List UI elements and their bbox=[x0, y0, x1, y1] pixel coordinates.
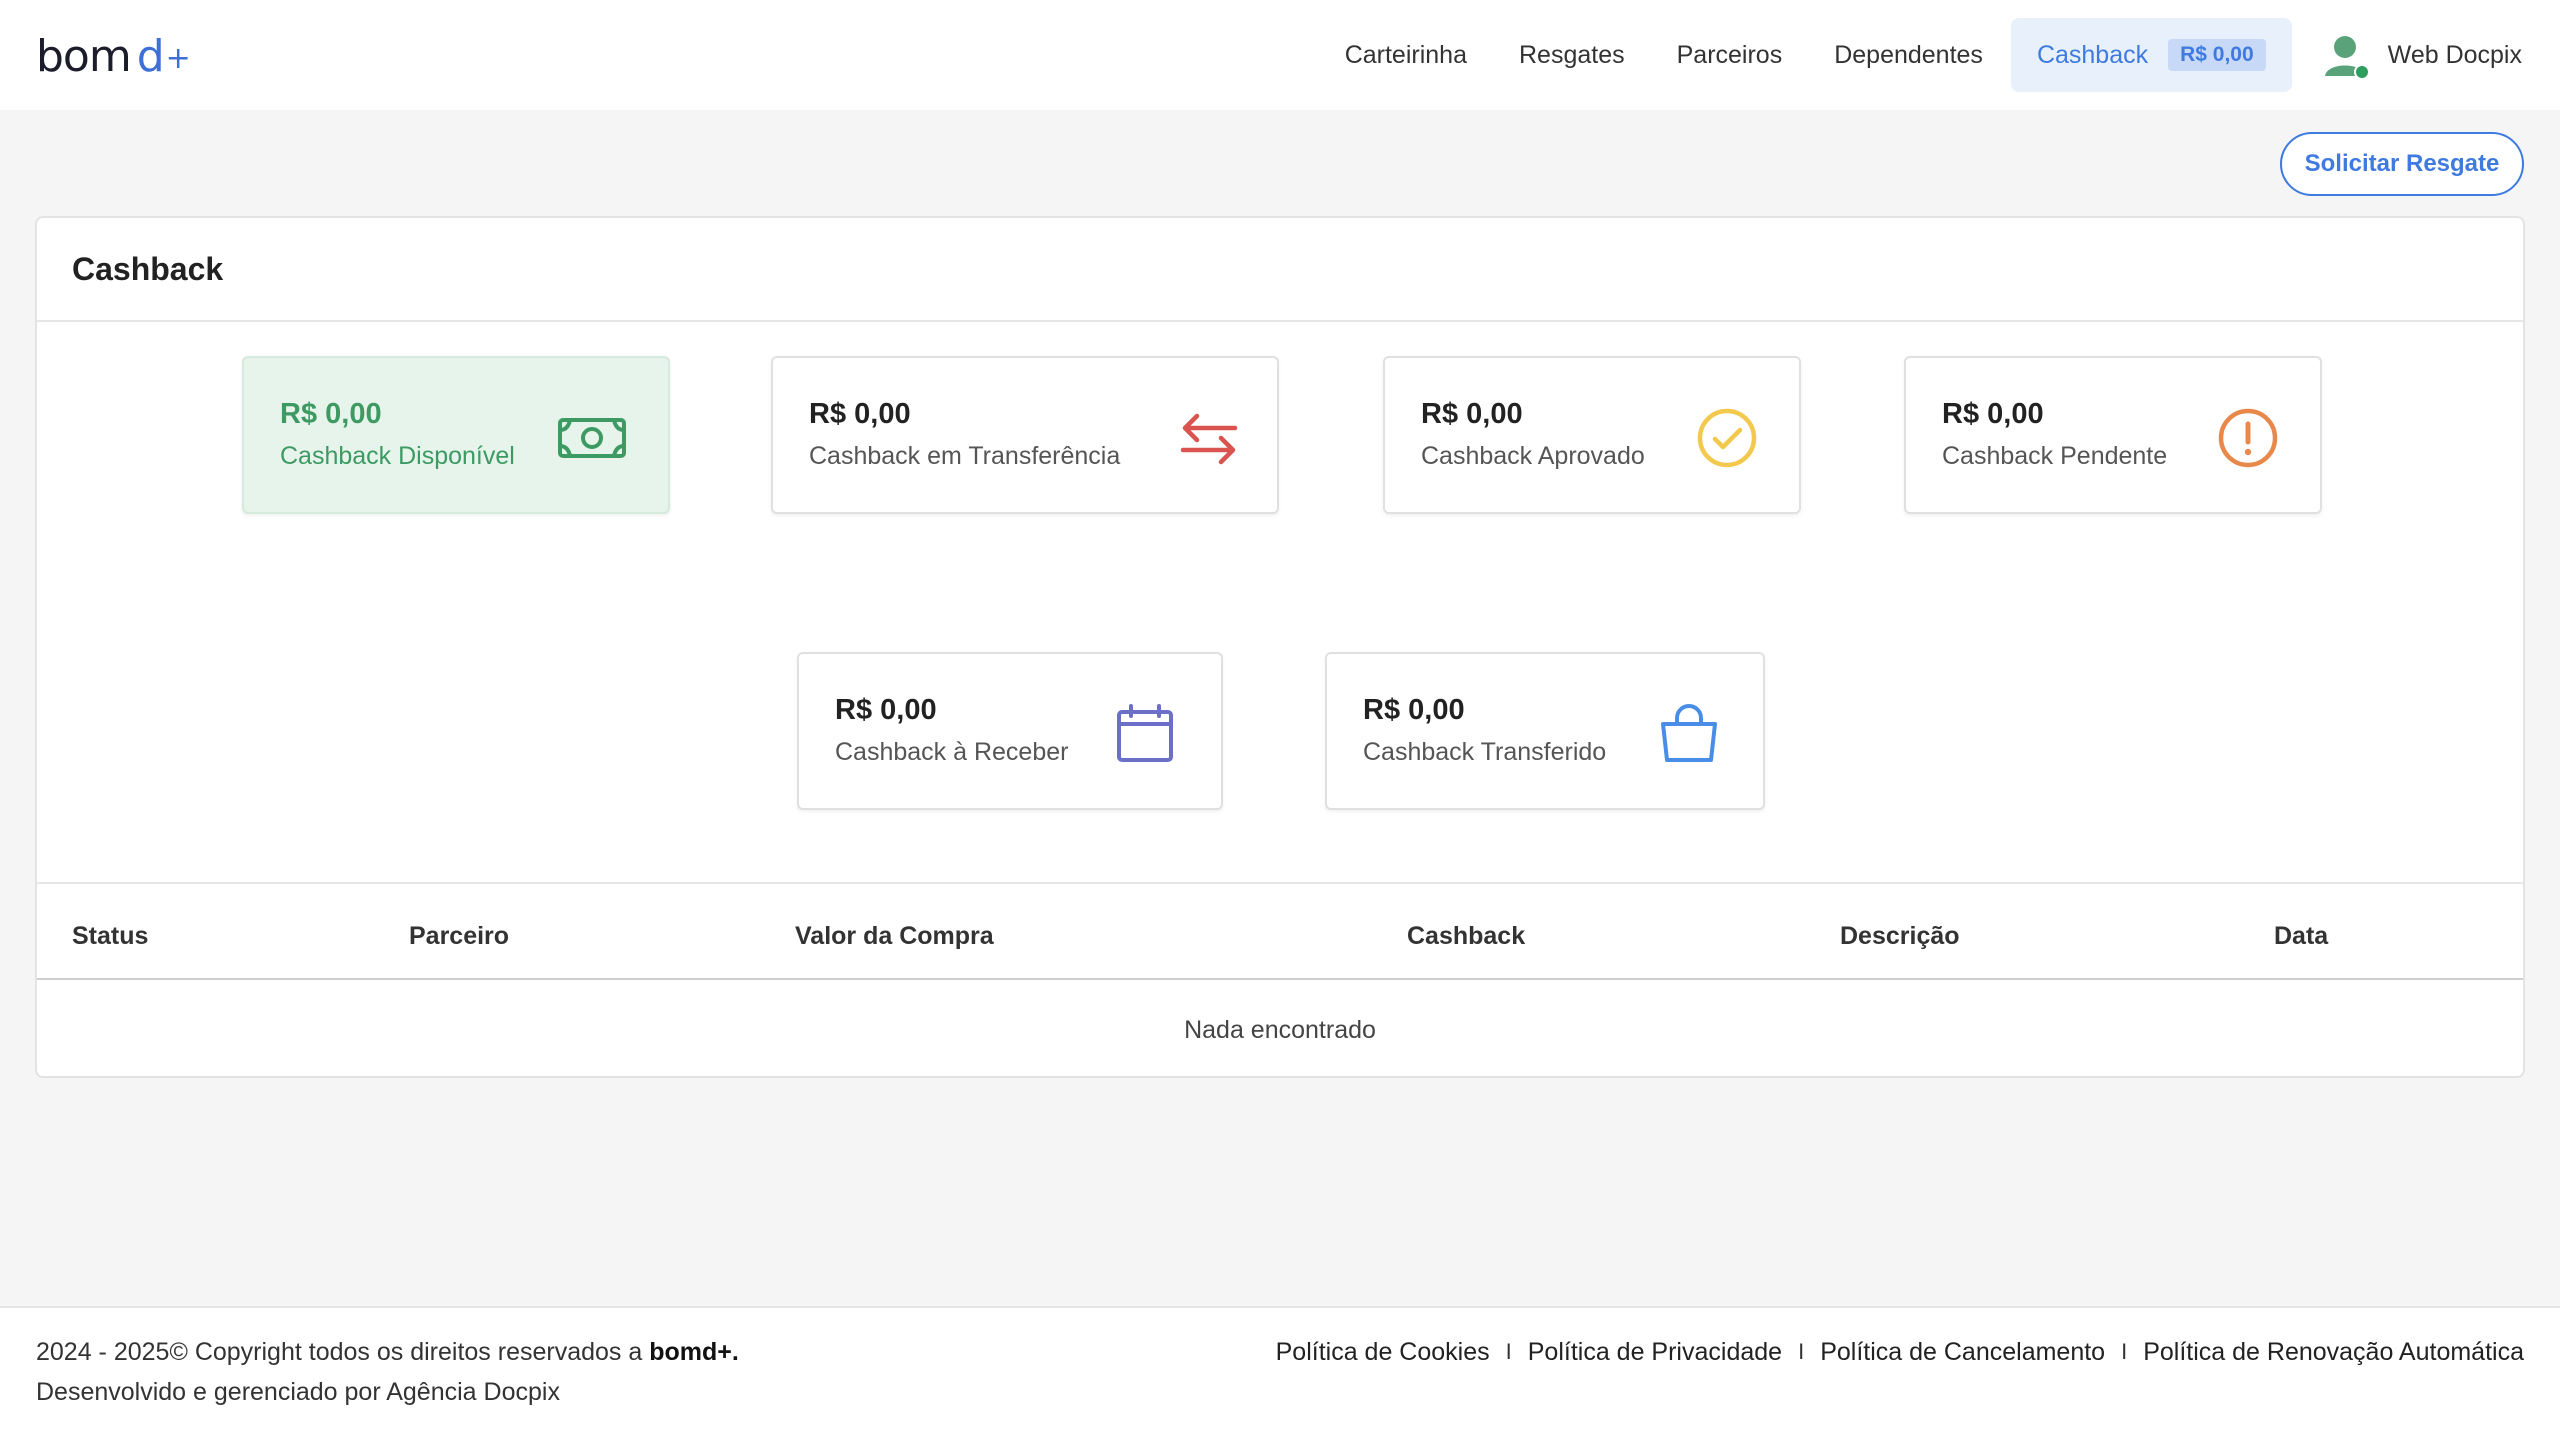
stat-amount: R$ 0,00 bbox=[1942, 398, 2044, 430]
stat-amount: R$ 0,00 bbox=[280, 398, 382, 430]
copyright-brand: bomd+. bbox=[649, 1338, 739, 1366]
user-menu[interactable]: Web Docpix bbox=[2318, 18, 2522, 92]
footer-copyright: 2024 - 2025© Copyright todos os direitos… bbox=[36, 1332, 739, 1412]
stat-label: Cashback em Transferência bbox=[809, 442, 1121, 470]
link-politica-privacidade[interactable]: Política de Privacidade bbox=[1528, 1332, 1782, 1372]
online-status-dot bbox=[2353, 64, 2370, 80]
stat-cashback-aprovado: R$ 0,00 Cashback Aprovado bbox=[1383, 356, 1801, 514]
stat-cashback-a-receber: R$ 0,00 Cashback à Receber bbox=[797, 652, 1223, 810]
stat-cashback-transferido: R$ 0,00 Cashback Transferido bbox=[1325, 652, 1765, 810]
cashback-balance-badge: R$ 0,00 bbox=[2168, 39, 2266, 71]
copyright-line: 2024 - 2025© Copyright todos os direitos… bbox=[36, 1332, 739, 1372]
column-header-parceiro[interactable]: Parceiro bbox=[409, 922, 509, 951]
empty-table-message: Nada encontrado bbox=[1184, 1015, 1376, 1044]
card-header: Cashback bbox=[37, 218, 2523, 322]
link-politica-cancelamento[interactable]: Política de Cancelamento bbox=[1820, 1332, 2105, 1372]
stat-label: Cashback Aprovado bbox=[1421, 442, 1645, 470]
column-header-data[interactable]: Data bbox=[2274, 922, 2328, 951]
footer-links: Política de Cookies I Política de Privac… bbox=[1276, 1332, 2524, 1372]
stat-label: Cashback Pendente bbox=[1942, 442, 2168, 470]
column-header-valor-da-compra[interactable]: Valor da Compra bbox=[795, 922, 994, 951]
money-icon bbox=[556, 402, 628, 474]
table-header: Status Parceiro Valor da Compra Cashback… bbox=[37, 882, 2523, 980]
main-nav: Carteirinha Resgates Parceiros Dependent… bbox=[1319, 18, 2522, 92]
logo-plus-text: + bbox=[165, 40, 191, 76]
nav-item-cashback[interactable]: Cashback R$ 0,00 bbox=[2010, 18, 2292, 92]
stat-amount: R$ 0,00 bbox=[1363, 694, 1465, 726]
stat-cashback-pendente: R$ 0,00 Cashback Pendente bbox=[1904, 356, 2322, 514]
cashback-card: Cashback R$ 0,00 Cashback Disponível R$ … bbox=[35, 216, 2525, 1078]
transfer-arrows-icon bbox=[1173, 402, 1245, 474]
column-header-cashback[interactable]: Cashback bbox=[1407, 922, 1525, 951]
exclamation-circle-icon bbox=[2212, 402, 2284, 474]
top-navbar: bom d + Carteirinha Resgates Parceiros D… bbox=[0, 0, 2560, 110]
brand-logo[interactable]: bom d + bbox=[36, 28, 191, 84]
page-title: Cashback bbox=[72, 250, 224, 287]
shopping-bag-icon bbox=[1653, 698, 1725, 770]
link-politica-cookies[interactable]: Política de Cookies bbox=[1276, 1332, 1490, 1372]
nav-item-carteirinha[interactable]: Carteirinha bbox=[1319, 18, 1493, 92]
link-separator: I bbox=[2121, 1339, 2128, 1364]
developed-by-text: Desenvolvido e gerenciado por Agência Do… bbox=[36, 1378, 560, 1406]
column-header-descricao[interactable]: Descrição bbox=[1840, 922, 1960, 951]
nav-item-resgates[interactable]: Resgates bbox=[1493, 18, 1651, 92]
stat-amount: R$ 0,00 bbox=[835, 694, 937, 726]
solicitar-resgate-button[interactable]: Solicitar Resgate bbox=[2280, 132, 2524, 196]
link-politica-renovacao[interactable]: Política de Renovação Automática bbox=[2143, 1332, 2524, 1372]
stat-cashback-disponivel: R$ 0,00 Cashback Disponível bbox=[242, 356, 670, 514]
stat-cashback-em-transferencia: R$ 0,00 Cashback em Transferência bbox=[771, 356, 1279, 514]
footer: 2024 - 2025© Copyright todos os direitos… bbox=[0, 1306, 2560, 1440]
nav-item-dependentes[interactable]: Dependentes bbox=[1808, 18, 2009, 92]
user-name: Web Docpix bbox=[2387, 40, 2522, 69]
stat-amount: R$ 0,00 bbox=[1421, 398, 1523, 430]
link-separator: I bbox=[1798, 1339, 1805, 1364]
logo-main-text: bom bbox=[36, 30, 132, 82]
nav-item-cashback-label: Cashback bbox=[2036, 40, 2149, 69]
stat-label: Cashback Transferido bbox=[1363, 738, 1607, 766]
column-header-status[interactable]: Status bbox=[72, 922, 148, 951]
calendar-icon bbox=[1109, 698, 1181, 770]
avatar bbox=[2318, 28, 2372, 82]
stat-amount: R$ 0,00 bbox=[809, 398, 911, 430]
copyright-text: 2024 - 2025© Copyright todos os direitos… bbox=[36, 1338, 650, 1366]
check-circle-icon bbox=[1691, 402, 1763, 474]
link-separator: I bbox=[1505, 1339, 1512, 1364]
logo-accent-text: d bbox=[136, 30, 165, 82]
stat-label: Cashback à Receber bbox=[835, 738, 1069, 766]
nav-item-parceiros[interactable]: Parceiros bbox=[1651, 18, 1809, 92]
stat-label: Cashback Disponível bbox=[280, 442, 515, 470]
